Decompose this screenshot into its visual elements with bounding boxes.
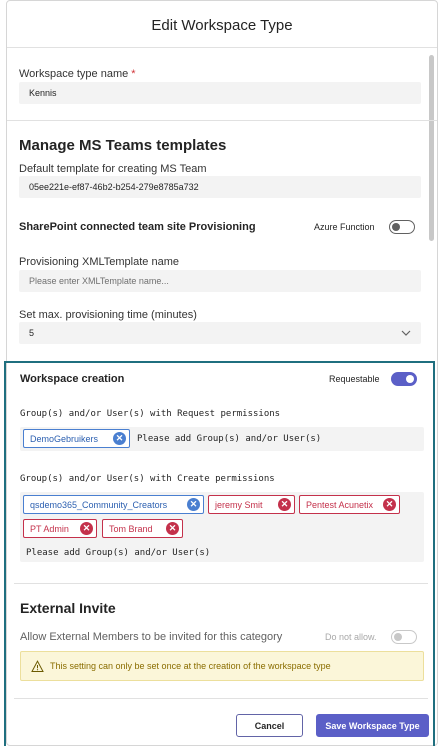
chip-qsdemo365-community-creators[interactable]: qsdemo365_Community_Creators ✕ — [23, 495, 204, 514]
chip-demogebruikers[interactable]: DemoGebruikers ✕ — [23, 429, 130, 448]
create-picker-placeholder: Please add Group(s) and/or User(s) — [26, 548, 211, 558]
chip-label: DemoGebruikers — [30, 434, 99, 444]
chip-label: jeremy Smit — [215, 500, 263, 510]
remove-chip-icon[interactable]: ✕ — [383, 498, 396, 511]
max-provisioning-time-value: 5 — [29, 328, 35, 338]
chip-label: Tom Brand — [109, 524, 153, 534]
required-marker: * — [131, 68, 136, 80]
chip-label: Pentest Acunetix — [306, 500, 374, 510]
external-invite-toggle[interactable] — [391, 630, 417, 644]
default-template-input[interactable]: 05ee221e-ef87-46b2-b254-279e8785a732 — [19, 176, 421, 198]
dialog-title: Edit Workspace Type — [151, 17, 293, 34]
section-divider — [14, 583, 428, 584]
warning-text: This setting can only be set once at the… — [50, 661, 331, 671]
remove-chip-icon[interactable]: ✕ — [166, 522, 179, 535]
warning-triangle-icon — [31, 660, 44, 672]
default-template-label: Default template for creating MS Team — [19, 163, 207, 175]
chevron-down-icon — [401, 330, 411, 336]
create-permissions-label: Group(s) and/or User(s) with Create perm… — [20, 474, 275, 484]
xml-template-input[interactable]: Please enter XMLTemplate name... — [19, 270, 421, 292]
remove-chip-icon[interactable]: ✕ — [80, 522, 93, 535]
external-invite-heading: External Invite — [20, 600, 116, 616]
create-permissions-picker[interactable]: qsdemo365_Community_Creators ✕ jeremy Sm… — [20, 492, 424, 562]
remove-chip-icon[interactable]: ✕ — [278, 498, 291, 511]
max-provisioning-time-label: Set max. provisioning time (minutes) — [19, 309, 197, 321]
workspace-type-name-label: Workspace type name * — [19, 68, 136, 80]
allow-external-members-label: Allow External Members to be invited for… — [20, 631, 283, 643]
workspace-type-name-label-text: Workspace type name — [19, 68, 129, 80]
chip-pentest-acunetix[interactable]: Pentest Acunetix ✕ — [299, 495, 400, 514]
requestable-toggle[interactable] — [391, 372, 417, 386]
chip-jeremy-smit[interactable]: jeremy Smit ✕ — [208, 495, 295, 514]
request-picker-placeholder: Please add Group(s) and/or User(s) — [137, 434, 322, 444]
chip-tom-brand[interactable]: Tom Brand ✕ — [102, 519, 183, 538]
workspace-creation-label: Workspace creation — [20, 373, 125, 385]
toggle-knob — [394, 633, 402, 641]
cancel-button[interactable]: Cancel — [236, 714, 303, 737]
chip-label: qsdemo365_Community_Creators — [30, 500, 168, 510]
toggle-knob — [406, 375, 414, 383]
workspace-type-name-input[interactable]: Kennis — [19, 82, 421, 104]
title-divider — [7, 47, 437, 48]
footer-divider — [14, 698, 428, 699]
scrollbar-thumb[interactable] — [429, 55, 434, 241]
warning-message-bar: This setting can only be set once at the… — [20, 651, 424, 681]
toggle-knob — [392, 223, 400, 231]
do-not-allow-label: Do not allow. — [325, 632, 377, 642]
xml-template-label: Provisioning XMLTemplate name — [19, 256, 179, 268]
requestable-label: Requestable — [329, 374, 380, 384]
azure-function-label: Azure Function — [314, 222, 375, 232]
chip-label: PT Admin — [30, 524, 69, 534]
request-permissions-picker[interactable]: DemoGebruikers ✕ Please add Group(s) and… — [20, 427, 424, 451]
chip-pt-admin[interactable]: PT Admin ✕ — [23, 519, 97, 538]
sharepoint-provisioning-label: SharePoint connected team site Provision… — [19, 221, 256, 233]
teams-templates-heading: Manage MS Teams templates — [19, 137, 227, 154]
save-workspace-type-button[interactable]: Save Workspace Type — [316, 714, 429, 737]
remove-chip-icon[interactable]: ✕ — [187, 498, 200, 511]
remove-chip-icon[interactable]: ✕ — [113, 432, 126, 445]
max-provisioning-time-select[interactable]: 5 — [19, 322, 421, 344]
azure-function-toggle[interactable] — [389, 220, 415, 234]
section-divider — [7, 120, 437, 121]
request-permissions-label: Group(s) and/or User(s) with Request per… — [20, 409, 281, 419]
